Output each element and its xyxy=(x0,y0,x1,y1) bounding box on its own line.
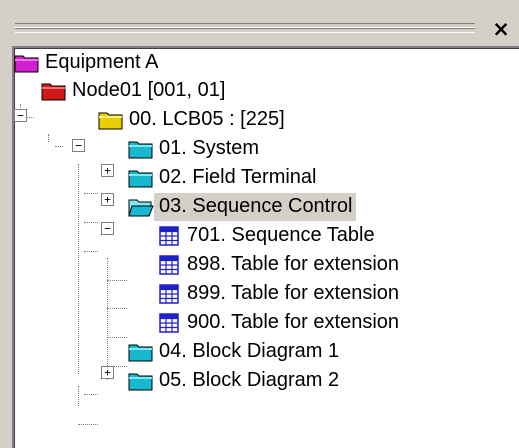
tree-item-block-diagram-1[interactable]: 04. Block Diagram 1 xyxy=(128,337,343,367)
tree-item-node01[interactable]: Node01 [001, 01] xyxy=(41,76,229,106)
tree-item-lcb05[interactable]: 00. LCB05 : [225] xyxy=(98,105,289,135)
folder-cyan-icon xyxy=(128,170,153,188)
tree-item-label: 898. Table for extension xyxy=(187,253,400,275)
tree-item-label: 899. Table for extension xyxy=(187,282,400,304)
tree-item-label: Node01 [001, 01] xyxy=(72,79,226,101)
panel-title-bar[interactable]: × xyxy=(0,0,519,46)
tree-item-equipment-a[interactable]: Equipment A xyxy=(14,48,162,78)
tree-item-label: 04. Block Diagram 1 xyxy=(159,340,340,362)
expand-toggle[interactable]: + xyxy=(101,193,114,206)
table-grid-icon xyxy=(159,255,179,275)
tree-item-label: 01. System xyxy=(159,137,260,159)
tree-item-label: 02. Field Terminal xyxy=(159,166,317,188)
collapse-toggle[interactable]: − xyxy=(101,222,114,235)
collapse-toggle[interactable]: − xyxy=(14,109,27,122)
tree-item-field-terminal[interactable]: 02. Field Terminal xyxy=(128,163,320,193)
tree-item-label: 03. Sequence Control xyxy=(154,193,357,221)
tree-item-system[interactable]: 01. System xyxy=(128,134,263,164)
tree-item-label: 05. Block Diagram 2 xyxy=(159,369,340,391)
table-grid-icon xyxy=(159,284,179,304)
folder-cyan-icon xyxy=(128,141,153,159)
folder-yellow-icon xyxy=(98,112,123,130)
title-grip-line xyxy=(15,28,475,33)
expand-toggle[interactable]: + xyxy=(101,366,114,379)
table-grid-icon xyxy=(159,226,179,246)
tree-item-label: 900. Table for extension xyxy=(187,311,400,333)
close-button[interactable]: × xyxy=(490,18,512,40)
tree-item-label: 701. Sequence Table xyxy=(187,224,375,246)
table-grid-icon xyxy=(159,313,179,333)
folder-cyan-icon xyxy=(128,344,153,362)
tree-item-sequence-control[interactable]: 03. Sequence Control xyxy=(128,192,357,222)
tree-item-table-701[interactable]: 701. Sequence Table xyxy=(156,221,379,251)
tree-item-table-900[interactable]: 900. Table for extension xyxy=(156,308,403,338)
expand-toggle[interactable]: + xyxy=(101,164,114,177)
folder-open-cyan-icon xyxy=(128,199,154,217)
tree-item-label: 00. LCB05 : [225] xyxy=(129,108,285,130)
collapse-toggle[interactable]: − xyxy=(72,139,85,152)
folder-cyan-icon xyxy=(128,373,153,391)
folder-magenta-icon xyxy=(14,55,39,73)
tree-item-label: Equipment A xyxy=(45,51,159,73)
tree-item-block-diagram-2[interactable]: 05. Block Diagram 2 xyxy=(128,366,343,396)
tree-item-table-898[interactable]: 898. Table for extension xyxy=(156,250,403,280)
equipment-tree-view[interactable]: Equipment A − Node01 [001, 01] − 00. LCB… xyxy=(12,46,519,448)
folder-red-icon xyxy=(41,83,66,101)
tree-item-table-899[interactable]: 899. Table for extension xyxy=(156,279,403,309)
